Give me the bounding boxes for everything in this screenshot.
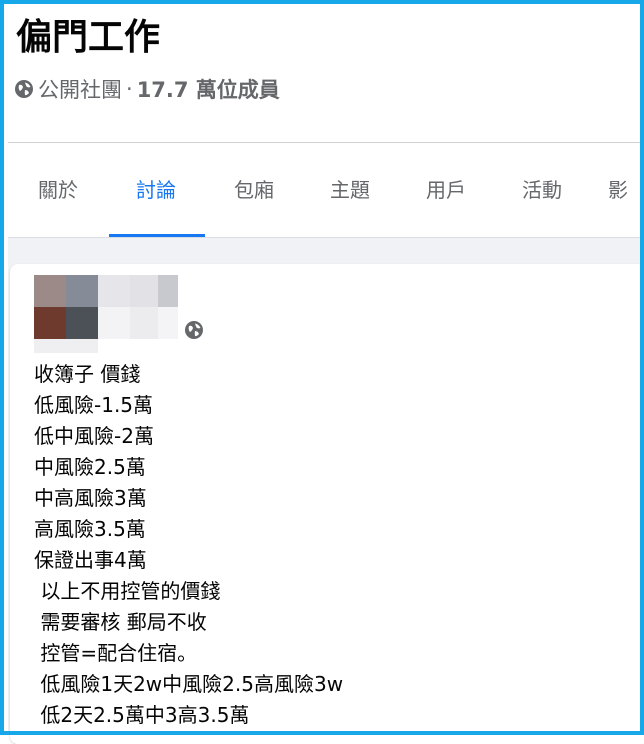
- tab-rooms[interactable]: 包廂: [214, 143, 294, 237]
- post-body: 收簿子 價錢 低風險-1.5萬 低中風險-2萬 中風險2.5萬 中高風險3萬 高…: [34, 359, 594, 731]
- member-count[interactable]: 17.7 萬位成員: [137, 74, 280, 104]
- globe-icon: [14, 79, 34, 99]
- tab-events[interactable]: 活動: [502, 143, 582, 237]
- group-header: 偏門工作 公開社團 · 17.7 萬位成員: [8, 8, 640, 142]
- group-meta: 公開社團 · 17.7 萬位成員: [14, 74, 286, 104]
- post-line: 低2天2.5萬中3高3.5萬: [34, 703, 250, 727]
- group-tabs: 關於 討論 包廂 主題 用戶 活動 影: [8, 143, 640, 237]
- privacy-label: 公開社團: [38, 78, 122, 102]
- globe-icon[interactable]: [184, 320, 204, 344]
- post-line: 中高風險3萬: [34, 486, 147, 510]
- tab-topics[interactable]: 主題: [310, 143, 390, 237]
- post-line: 控管=配合住宿。: [34, 641, 198, 665]
- post-line: 中風險2.5萬: [34, 455, 146, 479]
- tab-discussion[interactable]: 討論: [116, 143, 196, 237]
- group-title[interactable]: 偏門工作: [16, 16, 160, 60]
- avatar[interactable]: [34, 275, 180, 353]
- post-line: 收簿子 價錢: [34, 362, 141, 386]
- tab-about[interactable]: 關於: [20, 143, 96, 237]
- meta-separator: ·: [126, 77, 133, 101]
- post-line: 低中風險-2萬: [34, 424, 154, 448]
- tab-media[interactable]: 影: [608, 143, 640, 237]
- tab-members[interactable]: 用戶: [406, 143, 486, 237]
- post-line: 低風險-1.5萬: [34, 393, 154, 417]
- post-line: 需要審核 郵局不收: [34, 610, 207, 634]
- post-line: 保證出事4萬: [34, 548, 147, 572]
- post-line: 低風險1天2w中風險2.5高風險3w: [34, 672, 344, 696]
- post-line: 以上不用控管的價錢: [34, 579, 221, 603]
- post-line: 高風險3.5萬: [34, 517, 146, 541]
